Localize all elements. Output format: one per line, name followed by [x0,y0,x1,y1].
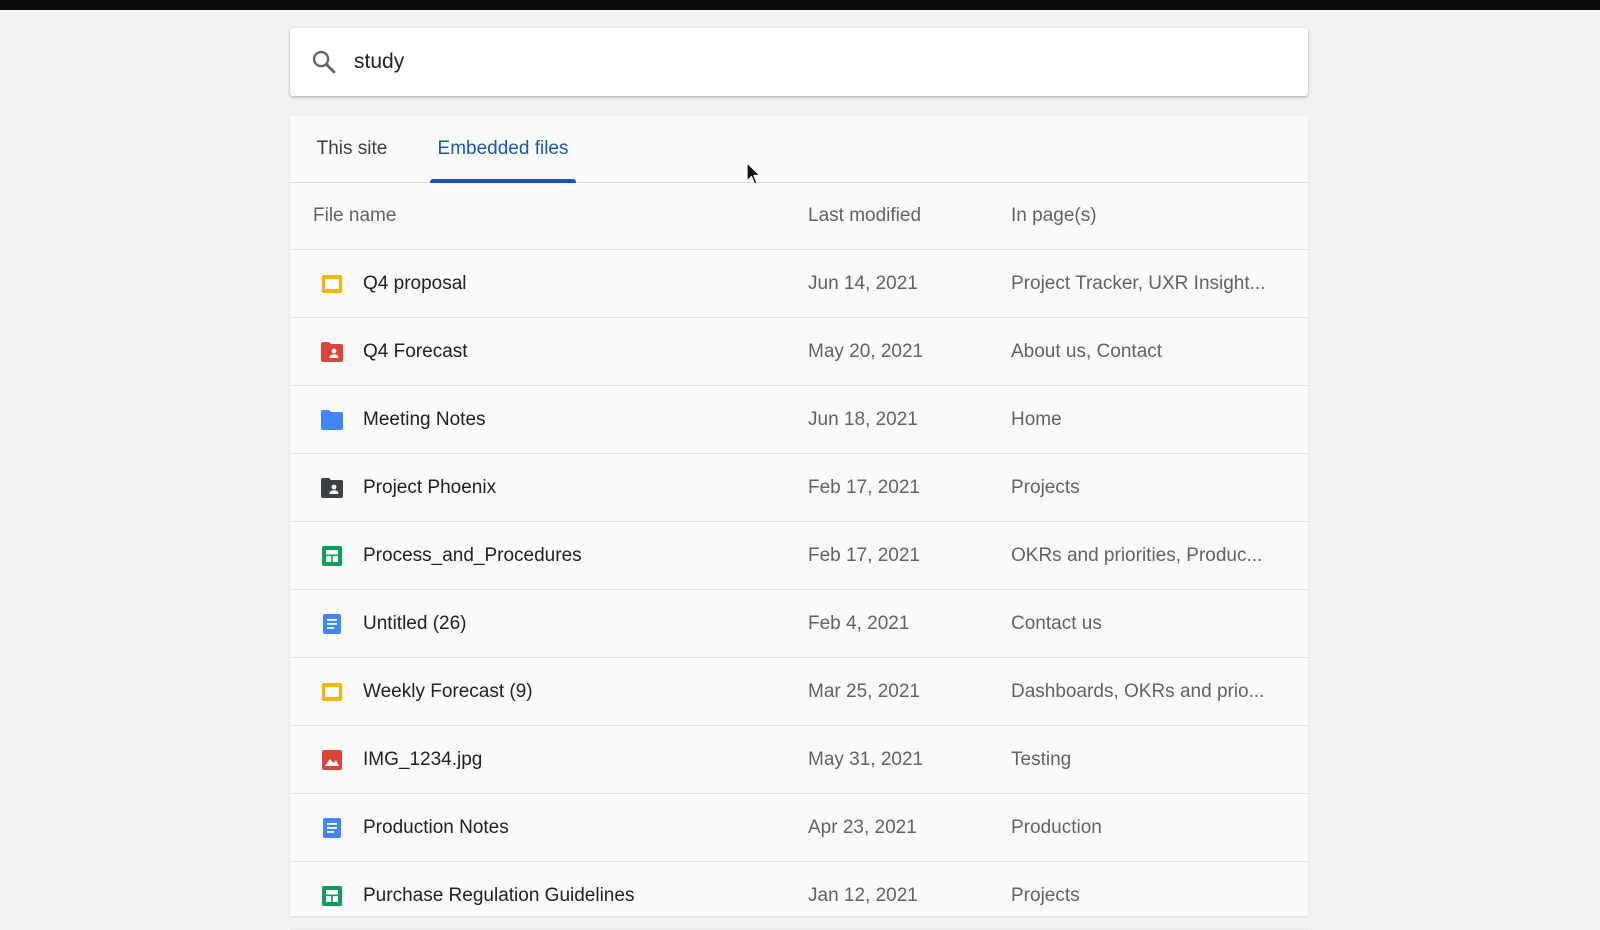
docs-icon [320,816,344,840]
last-modified: Mar 25, 2021 [808,680,920,702]
last-modified: Feb 4, 2021 [808,612,910,634]
last-modified: Jun 14, 2021 [808,272,918,294]
sheets-icon [320,544,344,568]
last-modified: Feb 17, 2021 [808,476,920,498]
file-name-cell: Project Phoenix [320,454,496,521]
file-name[interactable]: Purchase Regulation Guidelines [363,885,634,907]
file-name-cell: IMG_1234.jpg [320,726,482,793]
shared-folder-icon [320,476,344,500]
file-name[interactable]: Q4 proposal [363,273,467,295]
file-row[interactable]: Meeting Notes Jun 18, 2021 Home [290,386,1308,454]
file-name[interactable]: Project Phoenix [363,477,496,499]
in-pages: Project Tracker, UXR Insight... [1011,272,1266,294]
mouse-cursor-icon [746,162,761,185]
file-name[interactable]: Q4 Forecast [363,341,468,363]
results-tabs: This site Embedded files [290,116,1308,183]
file-row[interactable]: Untitled (26) Feb 4, 2021 Contact us [290,590,1308,658]
file-row[interactable]: Production Notes Apr 23, 2021 Production [290,794,1308,862]
file-name-cell: Q4 proposal [320,250,467,317]
table-header: File name Last modified In page(s) [290,183,1308,250]
file-list: Q4 proposal Jun 14, 2021 Project Tracker, … [290,250,1308,930]
image-icon [320,748,344,772]
file-name-cell: Untitled (26) [320,590,467,657]
search-input[interactable] [354,42,1254,82]
column-header-in-pages[interactable]: In page(s) [1011,183,1291,249]
in-pages: OKRs and priorities, Produc... [1011,544,1263,566]
file-row[interactable]: IMG_1234.jpg May 31, 2021 Testing [290,726,1308,794]
file-row[interactable]: Process_and_Procedures Feb 17, 2021 OKRs a… [290,522,1308,590]
in-pages: Testing [1011,748,1072,770]
last-modified: Jun 18, 2021 [808,408,918,430]
in-pages: Production [1011,816,1102,838]
file-row[interactable]: Weekly Forecast (9) Mar 25, 2021 Dashboard… [290,658,1308,726]
search-icon[interactable] [310,48,338,76]
in-pages: Dashboards, OKRs and prio... [1011,680,1265,702]
last-modified: Feb 17, 2021 [808,544,920,566]
column-header-file-name[interactable]: File name [313,183,396,249]
file-name[interactable]: Process_and_Procedures [363,545,582,567]
file-name-cell: Q4 Forecast [320,318,468,385]
last-modified: May 20, 2021 [808,340,924,362]
file-name-cell: Meeting Notes [320,386,486,453]
file-row[interactable]: Q4 Forecast May 20, 2021 About us, Contact [290,318,1308,386]
file-name[interactable]: Production Notes [363,817,509,839]
file-name[interactable]: Untitled (26) [363,613,467,635]
top-bar [0,0,1600,10]
file-name-cell: Production Notes [320,794,509,861]
file-name[interactable]: IMG_1234.jpg [363,749,482,771]
file-row[interactable]: Project Phoenix Feb 17, 2021 Projects [290,454,1308,522]
tab-this-site[interactable]: This site [313,116,391,182]
last-modified: Jan 12, 2021 [808,884,918,906]
file-name-cell: Weekly Forecast (9) [320,658,533,725]
file-name[interactable]: Weekly Forecast (9) [363,681,533,703]
in-pages: Home [1011,408,1062,430]
column-header-last-modified[interactable]: Last modified [808,183,998,249]
folder-icon [320,408,344,432]
shared-drive-red-icon [320,340,344,364]
in-pages: Contact us [1011,612,1102,634]
in-pages: Projects [1011,476,1080,498]
last-modified: May 31, 2021 [808,748,924,770]
in-pages: Projects [1011,884,1080,906]
search-results-panel: This site Embedded files File name Last … [290,116,1308,930]
docs-icon [320,612,344,636]
last-modified: Apr 23, 2021 [808,816,917,838]
in-pages: About us, Contact [1011,340,1163,362]
file-name[interactable]: Meeting Notes [363,409,486,431]
slides-icon [320,272,344,296]
file-name-cell: Process_and_Procedures [320,522,582,589]
search-box[interactable] [290,28,1308,96]
slides-icon [320,680,344,704]
sheets-icon [320,884,344,908]
file-name-cell: Purchase Regulation Guidelines [320,862,634,929]
tab-embedded-files[interactable]: Embedded files [430,116,576,182]
file-row[interactable]: Q4 proposal Jun 14, 2021 Project Tracker, … [290,250,1308,318]
file-row[interactable]: Purchase Regulation Guidelines Jan 12, 20… [290,862,1308,930]
